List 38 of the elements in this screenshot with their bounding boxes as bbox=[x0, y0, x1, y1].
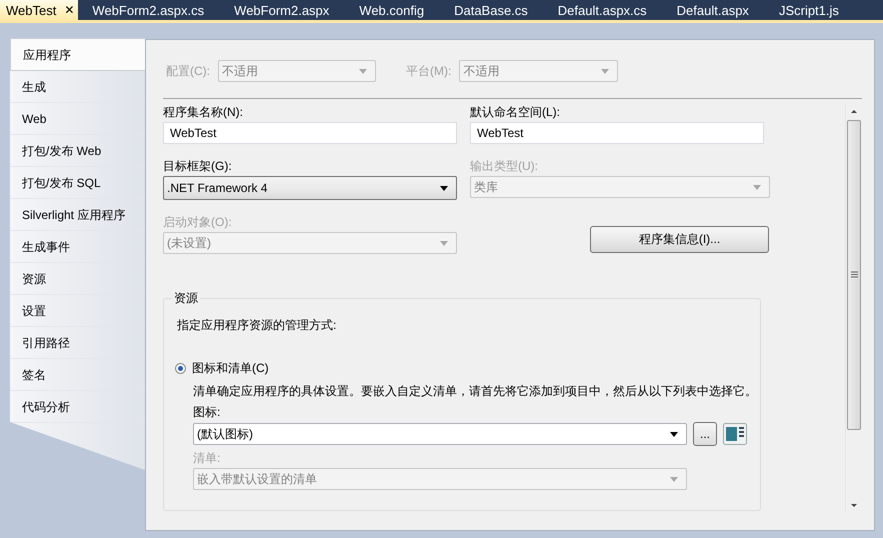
dropdown[interactable]: .NET Framework 4 bbox=[163, 176, 457, 200]
document-tab[interactable]: Web.config bbox=[353, 0, 448, 20]
option-description: 清单确定应用程序的具体设置。要嵌入自定义清单，请首先将它添加到项目中，然后从以下列表中选择它。 bbox=[193, 383, 758, 400]
window-icon bbox=[723, 423, 747, 445]
close-icon[interactable]: ✕ bbox=[64, 3, 74, 17]
dropdown-arrow-icon bbox=[440, 240, 448, 246]
field-label: 启动对象(O): bbox=[163, 214, 233, 231]
assembly-name-field[interactable]: WebTest bbox=[163, 122, 457, 144]
document-tab[interactable]: WebForm2.aspx.cs bbox=[86, 0, 228, 20]
document-tab[interactable]: WebForm2.aspx bbox=[228, 0, 354, 20]
browse-button[interactable]: ... bbox=[693, 422, 717, 446]
group-description: 指定应用程序资源的管理方式: bbox=[177, 317, 338, 334]
field-label: 配置(C): bbox=[166, 63, 210, 80]
document-tab[interactable]: Default.aspx bbox=[670, 0, 773, 20]
field-label: 图标: bbox=[193, 404, 222, 421]
group-title: 资源 bbox=[172, 290, 200, 307]
field-label: 平台(M): bbox=[406, 63, 452, 80]
sidebar-item[interactable]: 应用程序 bbox=[10, 38, 145, 71]
dropdown-arrow-icon bbox=[670, 476, 678, 482]
option-label: 图标和清单(C) bbox=[192, 360, 269, 377]
dropdown-arrow-icon bbox=[440, 186, 448, 190]
document-tab[interactable]: JScript1.js bbox=[772, 0, 863, 20]
document-tab[interactable]: DataBase.cs bbox=[448, 0, 552, 20]
dropdown-arrow-icon bbox=[359, 68, 367, 74]
dropdown-arrow-icon bbox=[601, 68, 610, 74]
field-label: 目标框架(G): bbox=[163, 158, 233, 175]
field-label: 默认命名空间(L): bbox=[470, 104, 561, 121]
dropdown[interactable]: (默认图标) bbox=[193, 423, 687, 445]
document-tab[interactable]: Default.aspx.cs bbox=[552, 0, 671, 20]
document-tab[interactable]: WebTest ✕ bbox=[0, 0, 78, 20]
field-label: 清单: bbox=[193, 450, 222, 467]
radio-button[interactable] bbox=[175, 363, 186, 374]
dropdown-arrow-icon bbox=[753, 184, 761, 190]
field-label: 输出类型(U): bbox=[470, 158, 539, 175]
assembly-info-button[interactable]: 程序集信息(I)... bbox=[590, 226, 769, 253]
field-label: 程序集名称(N): bbox=[163, 104, 244, 121]
dropdown-arrow-icon bbox=[670, 432, 678, 436]
namespace-field[interactable]: WebTest bbox=[470, 122, 764, 144]
